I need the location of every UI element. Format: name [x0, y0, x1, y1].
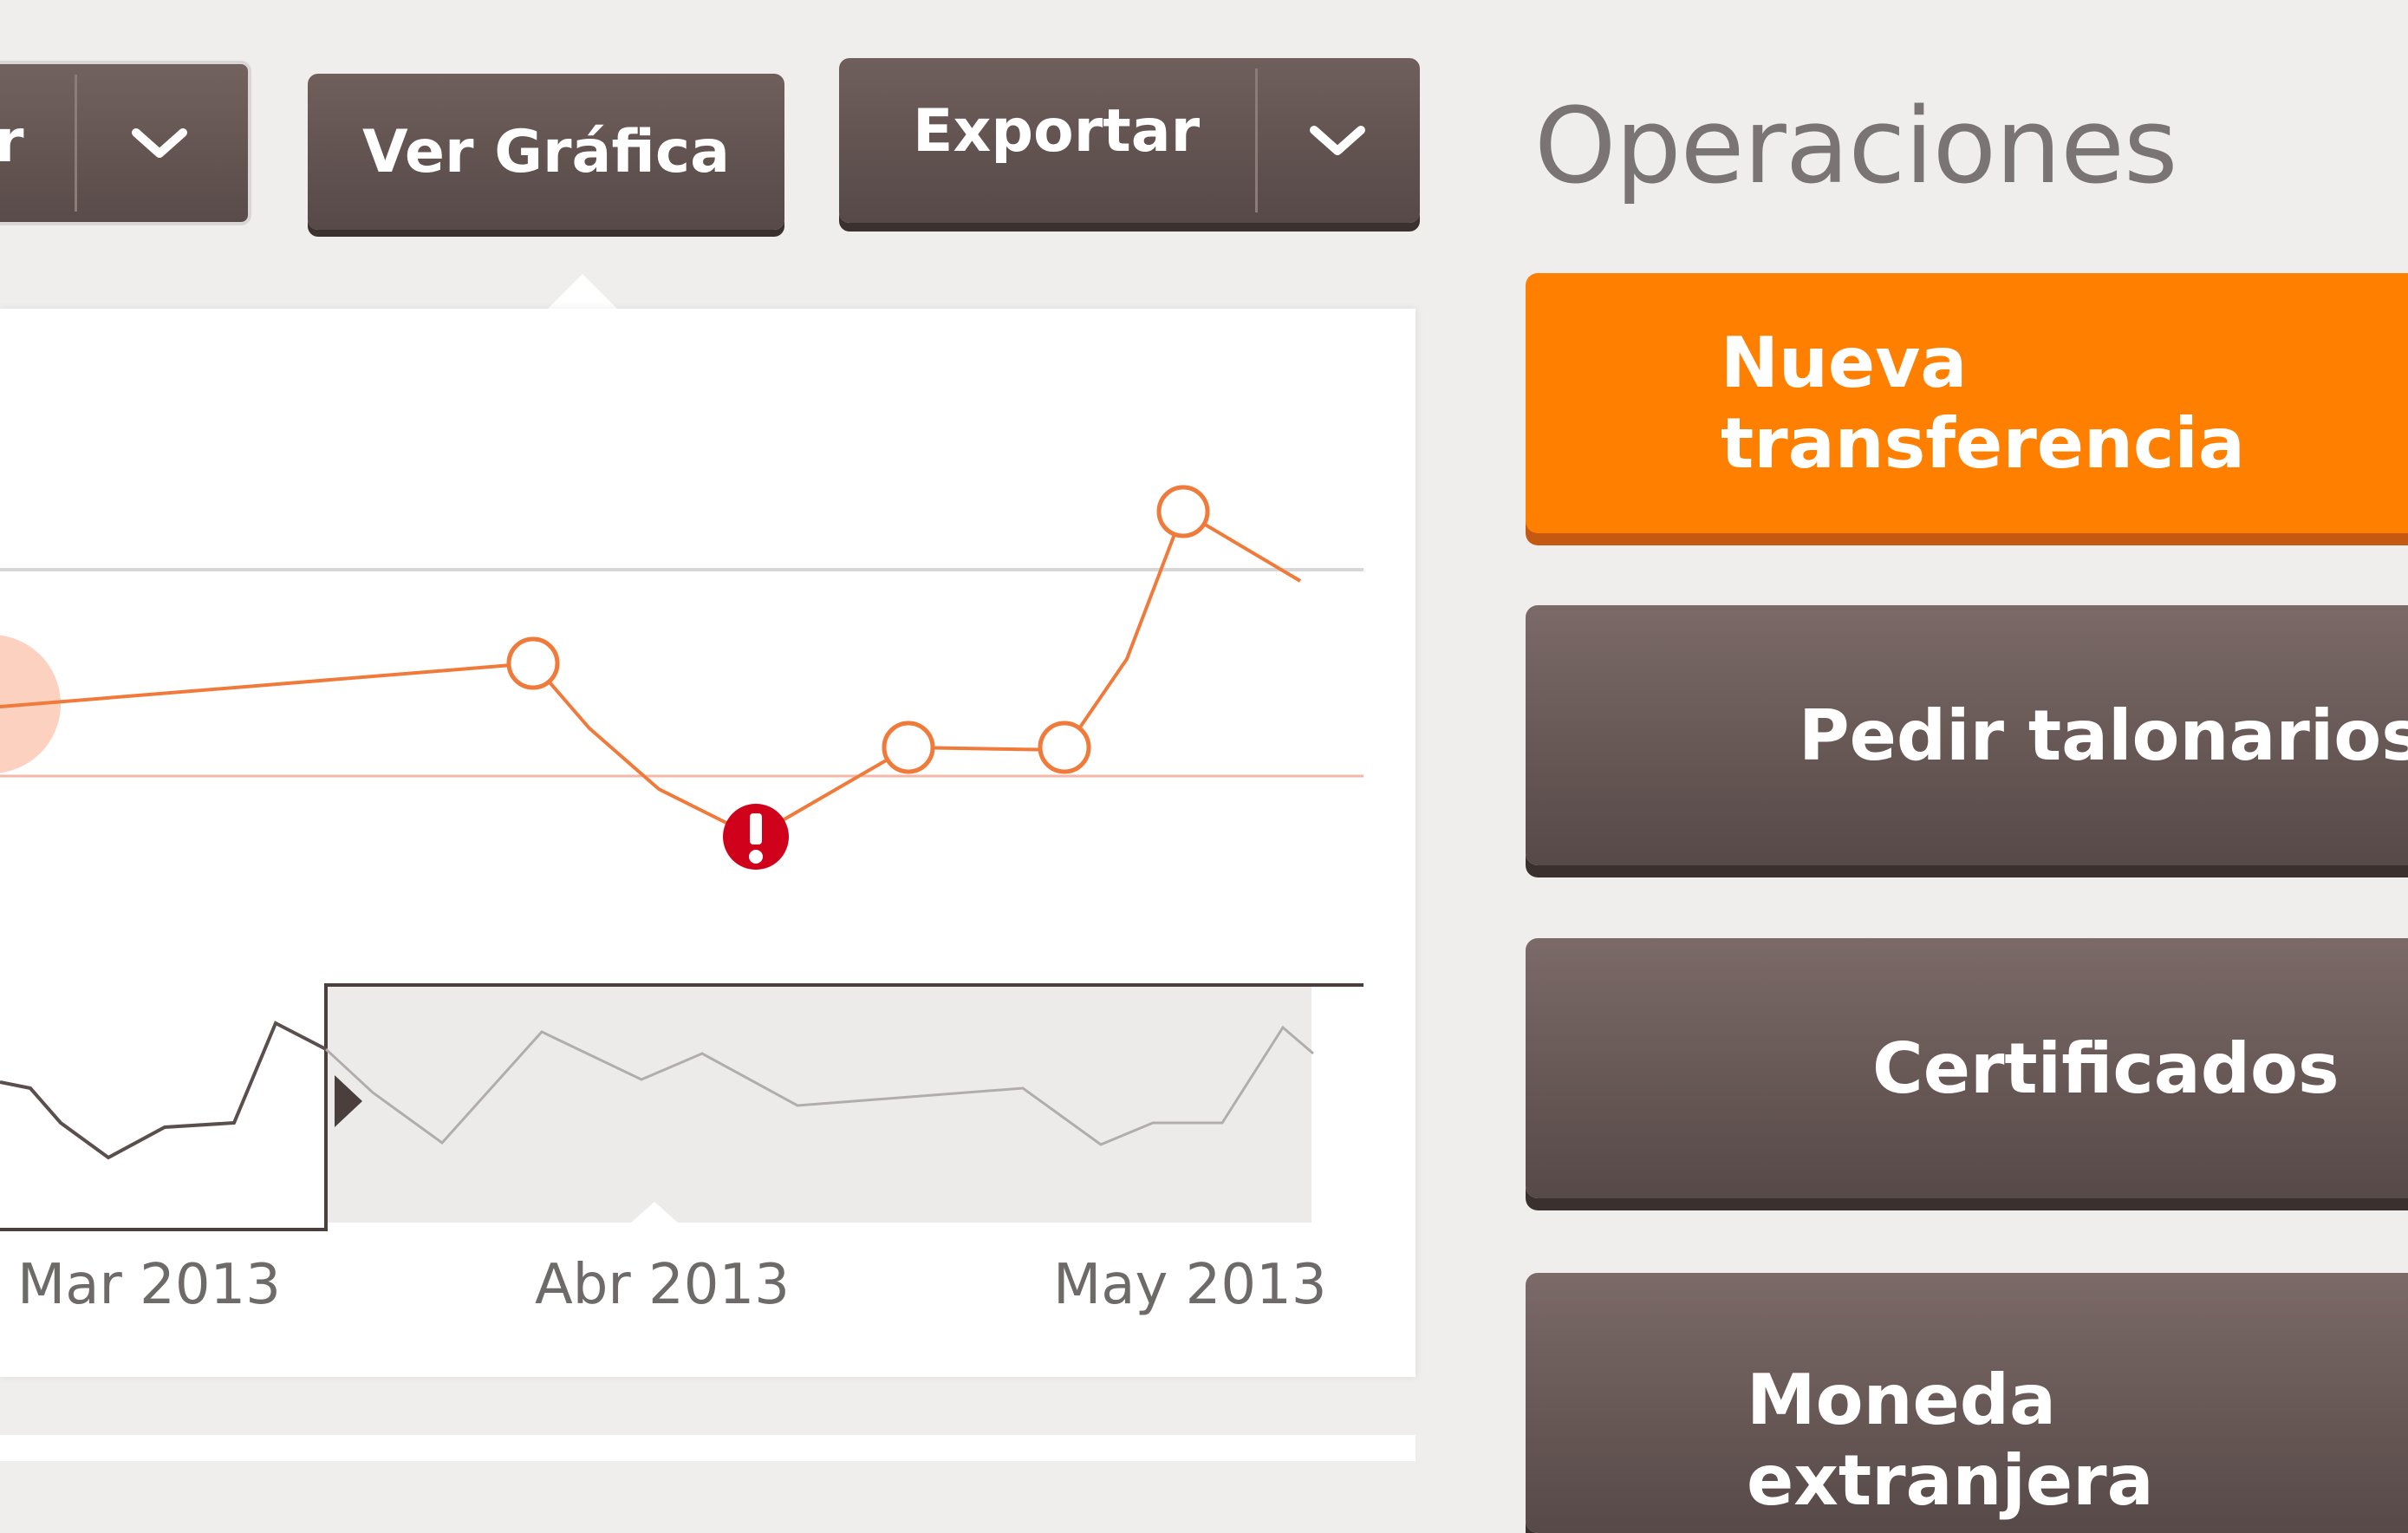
- operations-title: Operaciones: [1534, 87, 2177, 207]
- pedir-talonarios-label: Pedir talonarios: [1799, 695, 2408, 776]
- alert-icon: [723, 804, 789, 870]
- panel-pointer: [546, 274, 619, 310]
- certificados-label: Certificados: [1872, 1027, 2340, 1109]
- data-point: [506, 636, 560, 690]
- chart-panel: [0, 309, 1416, 1377]
- moneda-extranjera-button[interactable]: Moneda extranjera: [1526, 1273, 2408, 1533]
- certificados-button[interactable]: Certificados: [1526, 938, 2408, 1198]
- exportar-label: Exportar: [913, 97, 1201, 166]
- pedir-talonarios-button[interactable]: Pedir talonarios: [1526, 605, 2408, 865]
- chevron-down-icon[interactable]: [1307, 123, 1368, 158]
- filter-split-button[interactable]: r: [0, 61, 251, 225]
- moneda-extranjera-label: Moneda extranjera: [1747, 1360, 2154, 1521]
- ver-grafica-label: Ver Gráfica: [361, 117, 731, 186]
- x-tick-label: Abr 2013: [535, 1253, 790, 1317]
- main-chart: [0, 485, 1363, 1231]
- nueva-transferencia-label: Nueva transferencia: [1721, 323, 2245, 484]
- main-series-line: [0, 509, 1302, 839]
- nueva-transferencia-button[interactable]: Nueva transferencia: [1526, 273, 2408, 533]
- x-tick-label: Mar 2013: [17, 1253, 281, 1317]
- next-panel-edge: [0, 1435, 1416, 1461]
- data-point: [882, 721, 935, 774]
- data-point: [1038, 721, 1091, 774]
- chevron-down-icon[interactable]: [129, 126, 190, 160]
- filter-button-label: r: [0, 108, 24, 176]
- exportar-split-button[interactable]: Exportar: [839, 58, 1420, 223]
- x-tick-label: May 2013: [1053, 1253, 1327, 1317]
- ver-grafica-button[interactable]: Ver Gráfica: [308, 74, 784, 230]
- navigator-series-active: [0, 1021, 327, 1160]
- split-divider: [1255, 68, 1258, 212]
- data-point: [1156, 485, 1210, 538]
- split-divider: [75, 75, 77, 212]
